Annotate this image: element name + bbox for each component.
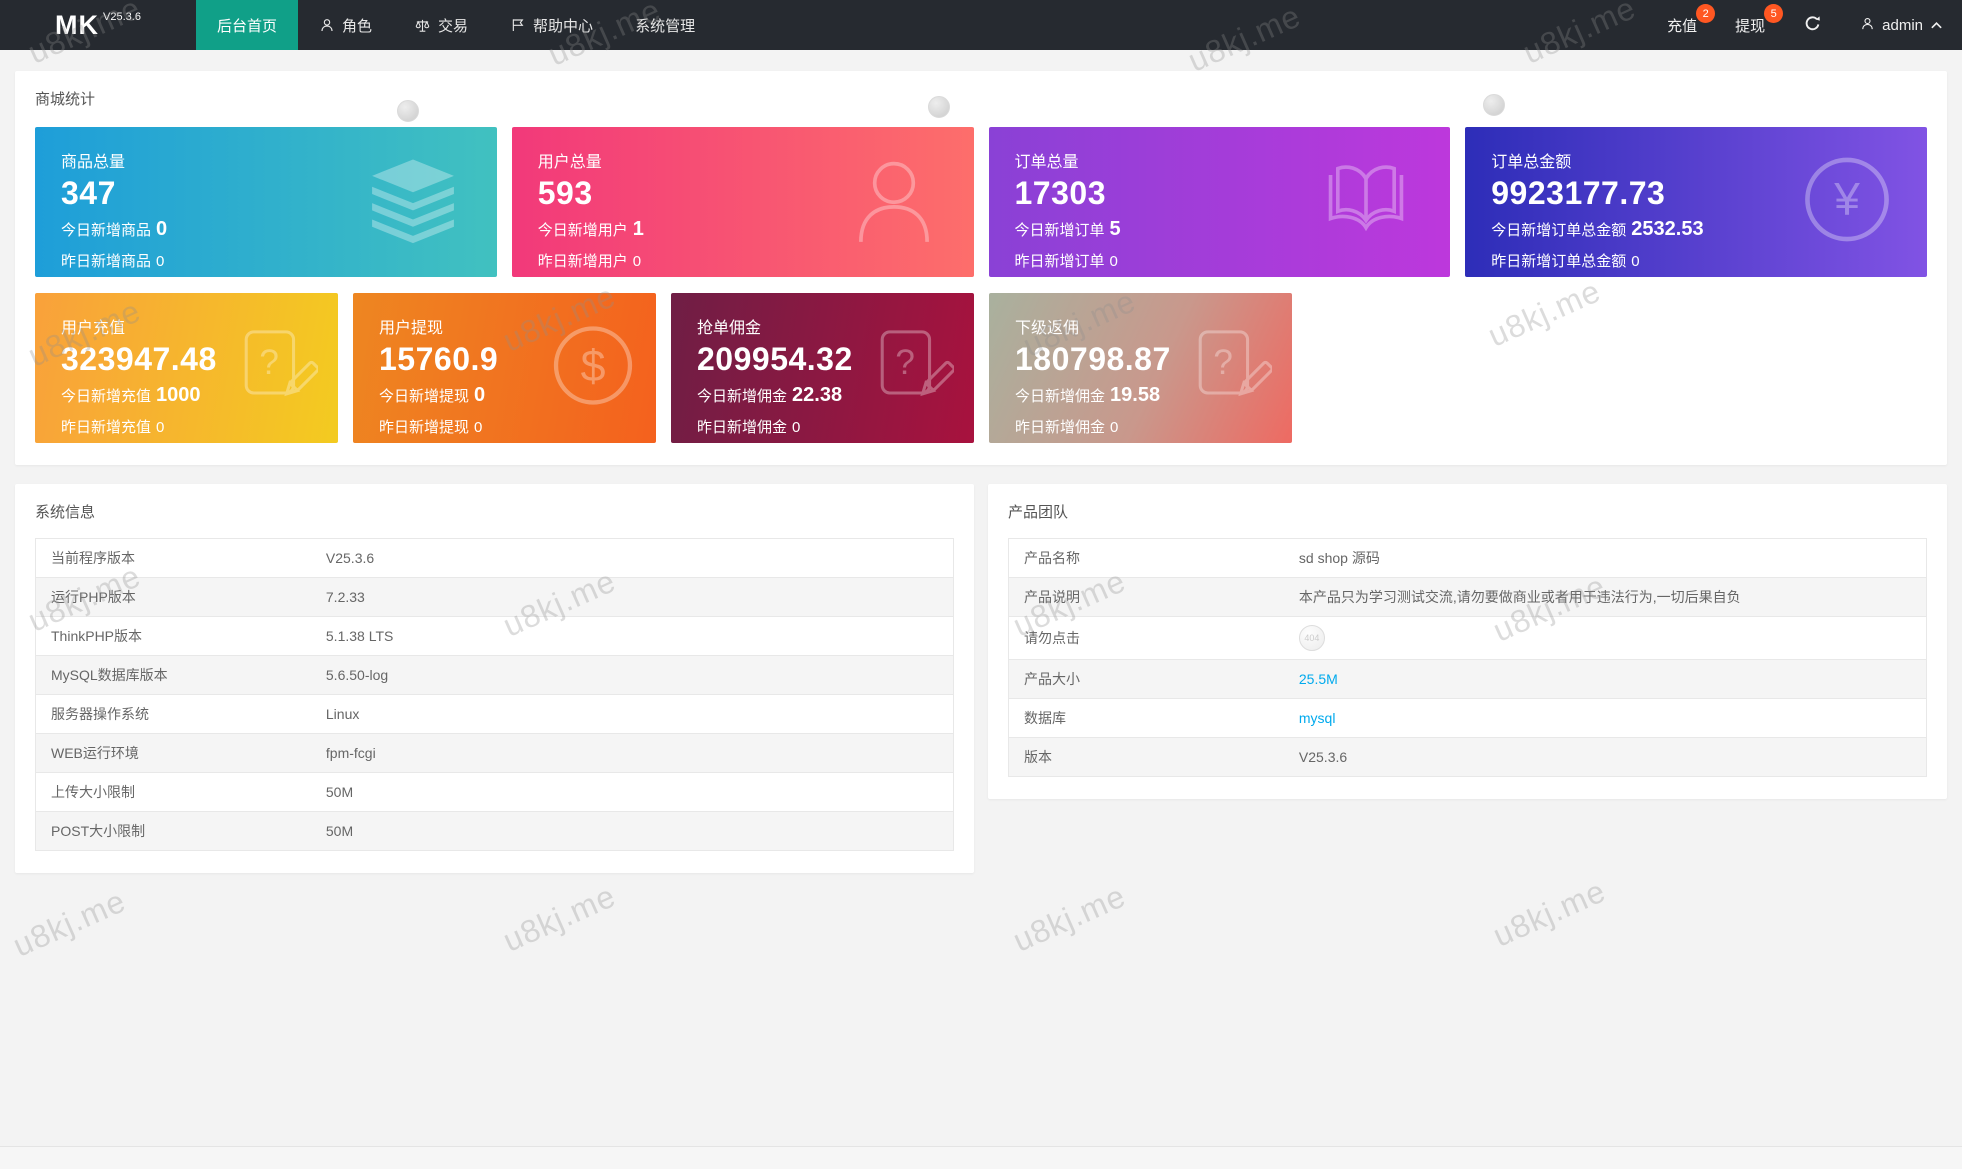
stats-panel: 商城统计 商品总量 347 今日新增商品 0 昨日新增商品 0 用户总量 593 今…: [15, 71, 1947, 465]
scales-icon: [414, 17, 431, 34]
product-team-title: 产品团队: [1008, 504, 1069, 521]
table-row: POST大小限制 50M: [35, 811, 954, 851]
stat-card-goods-total: 商品总量 347 今日新增商品 0 昨日新增商品 0: [35, 127, 497, 277]
stat-card-users-total: 用户总量 593 今日新增用户 1 昨日新增用户 0: [511, 127, 974, 277]
table-row: 服务器操作系统 Linux: [35, 694, 954, 734]
table-row: WEB运行环境 fpm-fcgi: [35, 733, 954, 773]
book-icon: [1316, 158, 1416, 247]
main-menu: 后台首页 角色 交易 帮助中心 系统管理: [196, 0, 716, 50]
table-row: 产品大小 25.5M: [1008, 659, 1927, 699]
app-logo[interactable]: MK V25.3.6: [0, 0, 196, 50]
table-row: 产品名称 sd shop 源码: [1008, 538, 1927, 578]
stat-card-orders-total: 订单总量 17303 今日新增订单 5 昨日新增订单 0: [988, 127, 1451, 277]
product-team-panel: 产品团队 产品名称 sd shop 源码 产品说明 本产品只为学习测试交流,请勿要做…: [988, 484, 1947, 799]
stats-panel-title: 商城统计: [35, 91, 96, 108]
product-size-link[interactable]: 25.5M: [1299, 671, 1338, 687]
table-row: ThinkPHP版本 5.1.38 LTS: [35, 616, 954, 656]
table-row: 数据库 mysql: [1008, 698, 1927, 738]
table-row: MySQL数据库版本 5.6.50-log: [35, 655, 954, 695]
watermark-text: u8kj.me: [497, 877, 622, 959]
yen-circle-icon: ¥: [1801, 154, 1893, 251]
recharge-badge: 2: [1696, 4, 1716, 23]
table-row: 请勿点击 404: [1008, 616, 1927, 660]
nav-tab-roles[interactable]: 角色: [298, 0, 393, 50]
table-row: 运行PHP版本 7.2.33: [35, 577, 954, 617]
svg-text:¥: ¥: [1833, 173, 1860, 225]
stat-card-user-withdraw: 用户提现 15760.9 今日新增提现 0 昨日新增提现 0 $: [353, 293, 656, 443]
top-navbar: MK V25.3.6 后台首页 角色 交易 帮助中心 系统管理 充值 2 提现 …: [0, 0, 1962, 50]
user-menu[interactable]: admin: [1841, 0, 1962, 50]
main-content: 商城统计 商品总量 347 今日新增商品 0 昨日新增商品 0 用户总量 593 今…: [0, 50, 1962, 873]
doc-question-icon: ?: [870, 327, 956, 410]
flag-icon: [510, 17, 526, 33]
logo-text: MK: [55, 9, 100, 40]
nav-tab-system[interactable]: 系统管理: [614, 0, 716, 50]
page-footer: [0, 1146, 1962, 1169]
app-version: V25.3.6: [103, 11, 141, 23]
svg-text:$: $: [581, 342, 606, 391]
nav-right-actions: 充值 2 提现 5 admin: [1648, 0, 1962, 50]
table-row: 当前程序版本 V25.3.6: [35, 538, 954, 578]
database-link[interactable]: mysql: [1299, 710, 1336, 726]
stat-card-user-recharge: 用户充值 323947.48 今日新增充值 1000 昨日新增充值 0 ?: [35, 293, 338, 443]
layers-icon: [363, 156, 463, 249]
username: admin: [1882, 16, 1923, 34]
system-info-table: 当前程序版本 V25.3.6 运行PHP版本 7.2.33 ThinkPHP版本 5.…: [35, 538, 954, 851]
doc-question-icon: ?: [234, 327, 320, 410]
refresh-icon: [1803, 14, 1822, 37]
product-team-table: 产品名称 sd shop 源码 产品说明 本产品只为学习测试交流,请勿要做商业或者用…: [1008, 538, 1927, 777]
stat-card-referral-commission: 下级返佣 180798.87 今日新增佣金 19.58 昨日新增佣金 0 ?: [989, 293, 1292, 443]
user-icon: [319, 17, 335, 33]
system-info-title: 系统信息: [35, 504, 96, 521]
svg-text:?: ?: [895, 343, 915, 382]
withdraw-button[interactable]: 提现 5: [1716, 0, 1784, 50]
doc-question-icon: ?: [1188, 327, 1274, 410]
nav-tab-help[interactable]: 帮助中心: [489, 0, 614, 50]
svg-text:?: ?: [1213, 343, 1233, 382]
stat-card-order-commission: 抢单佣金 209954.32 今日新增佣金 22.38 昨日新增佣金 0 ?: [671, 293, 974, 443]
table-row: 版本 V25.3.6: [1008, 737, 1927, 777]
nav-tab-dashboard[interactable]: 后台首页: [196, 0, 299, 50]
watermark-text: u8kj.me: [1487, 872, 1612, 954]
chevron-up-icon: [1930, 17, 1943, 34]
user-icon: [1860, 16, 1875, 35]
table-row: 产品说明 本产品只为学习测试交流,请勿要做商业或者用于违法行为,一切后果自负: [1008, 577, 1927, 617]
refresh-button[interactable]: [1784, 0, 1841, 50]
nav-tab-trade[interactable]: 交易: [393, 0, 489, 50]
svg-text:?: ?: [259, 343, 279, 382]
do-not-click-ball[interactable]: 404: [1298, 625, 1325, 651]
bottom-panels: 系统信息 当前程序版本 V25.3.6 运行PHP版本 7.2.33 ThinkPH…: [15, 484, 1947, 873]
user-icon: [848, 154, 940, 251]
withdraw-badge: 5: [1764, 4, 1784, 23]
watermark-text: u8kj.me: [1007, 877, 1132, 959]
stat-card-order-amount-total: 订单总金额 9923177.73 今日新增订单总金额 2532.53 昨日新增订单…: [1465, 127, 1927, 277]
stats-row-2: 用户充值 323947.48 今日新增充值 1000 昨日新增充值 0 ? 用户提现…: [35, 293, 1927, 443]
system-info-panel: 系统信息 当前程序版本 V25.3.6 运行PHP版本 7.2.33 ThinkPH…: [15, 484, 974, 873]
table-row: 上传大小限制 50M: [35, 772, 954, 812]
recharge-button[interactable]: 充值 2: [1648, 0, 1716, 50]
dollar-circle-icon: $: [550, 323, 636, 414]
watermark-text: u8kj.me: [7, 882, 132, 964]
stats-row-1: 商品总量 347 今日新增商品 0 昨日新增商品 0 用户总量 593 今日新增用户…: [35, 127, 1927, 277]
